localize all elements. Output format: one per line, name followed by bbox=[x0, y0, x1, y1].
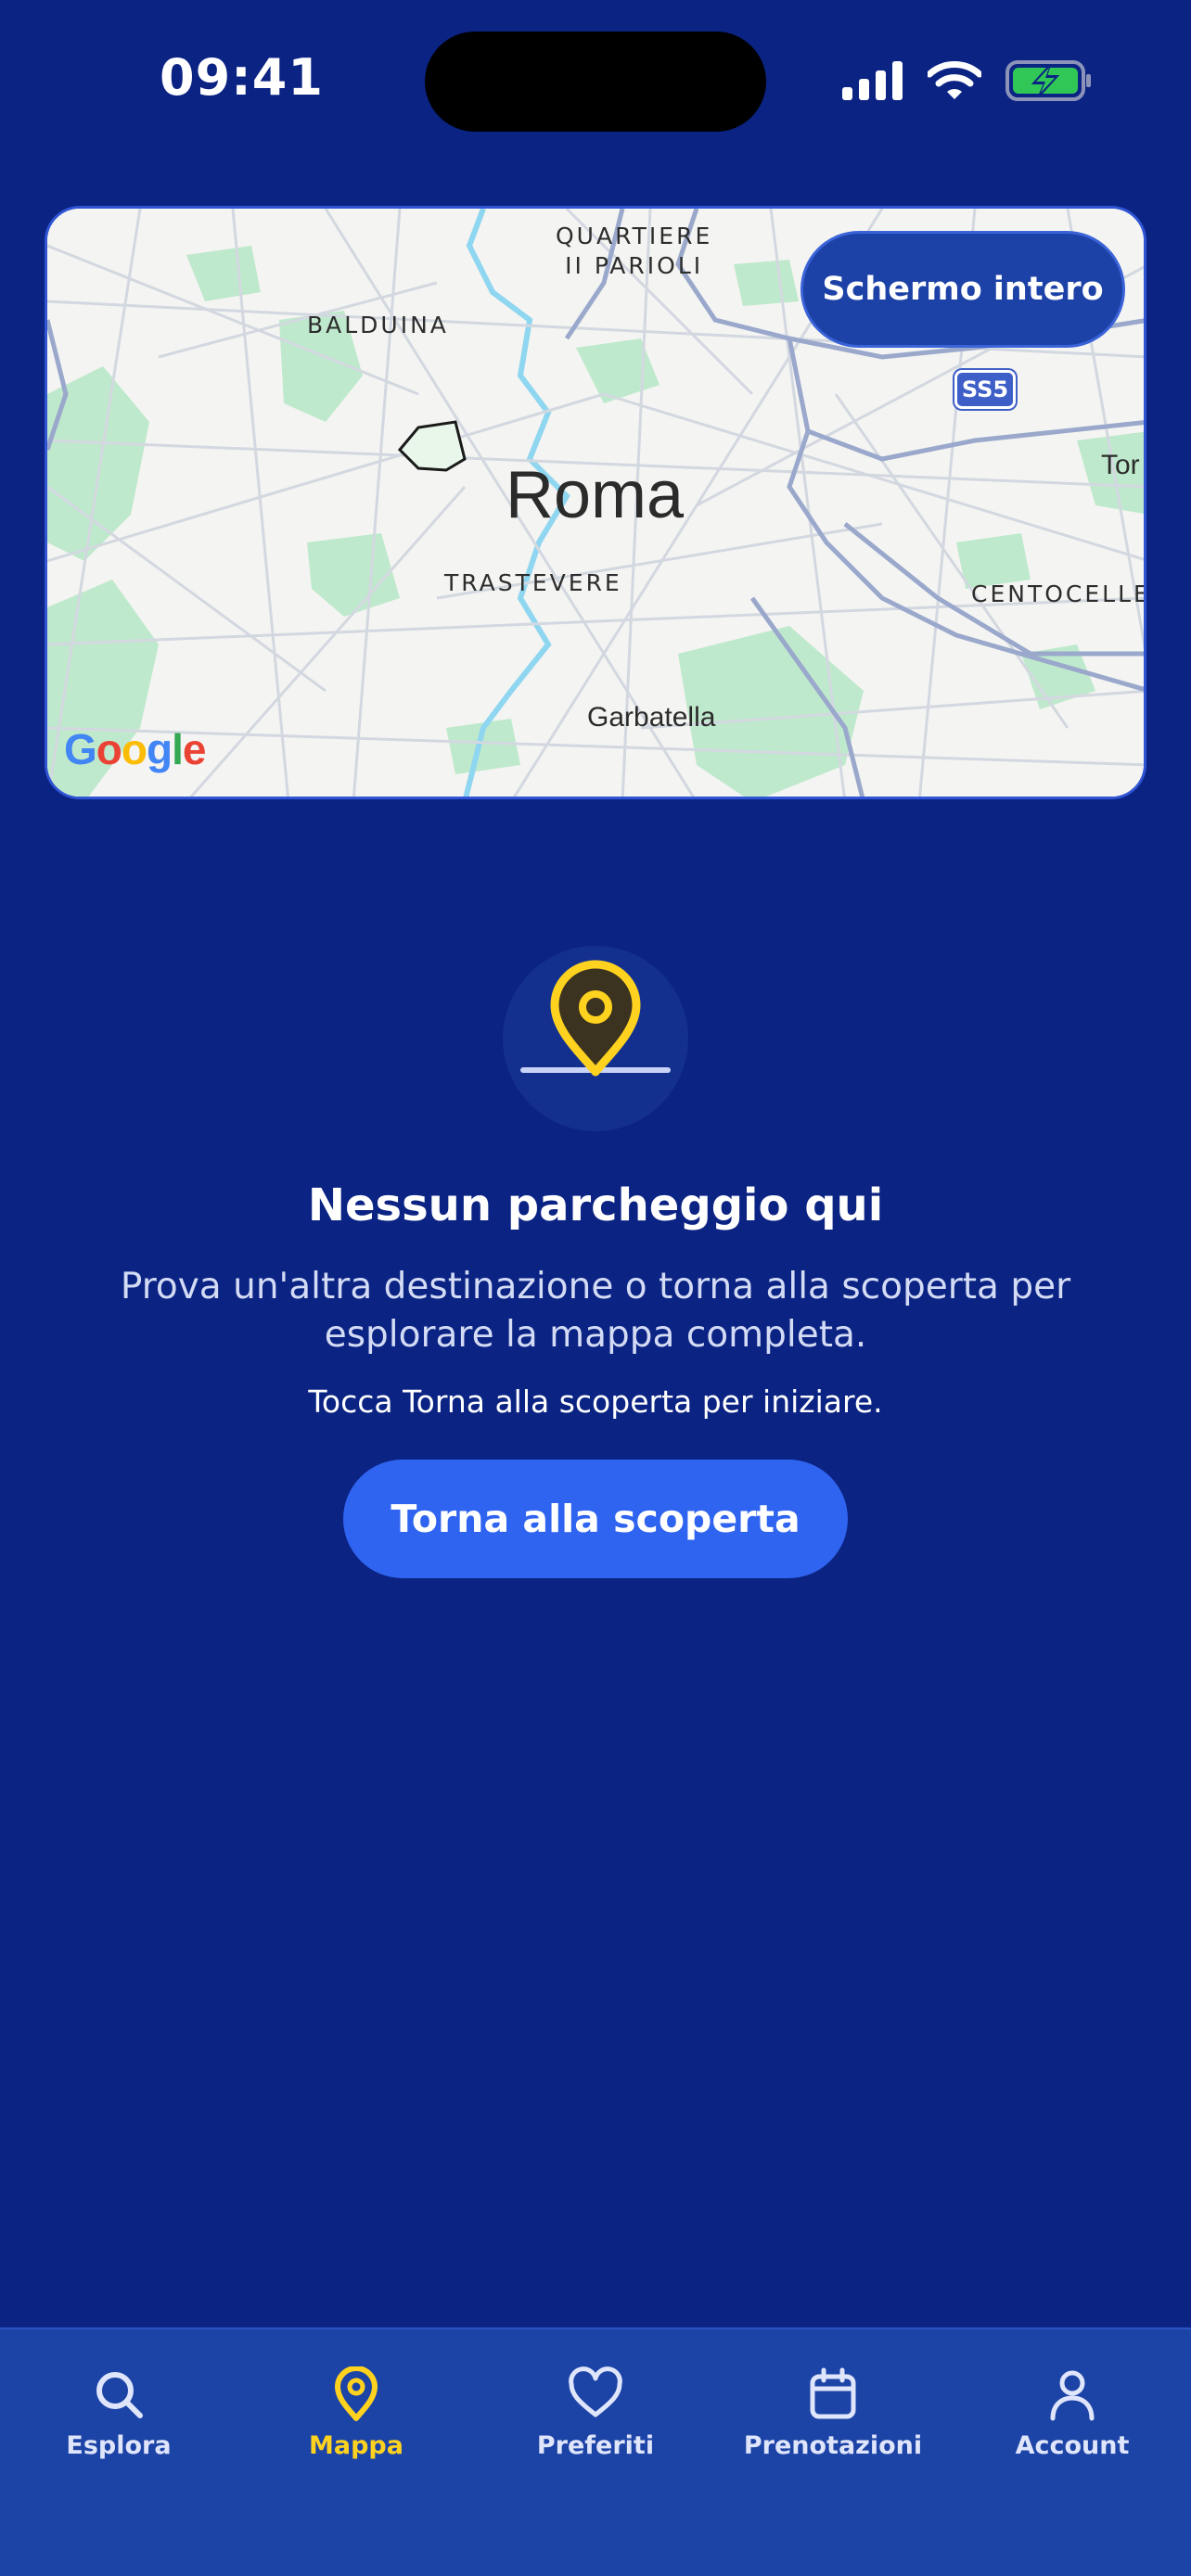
tab-mappa[interactable]: Mappa bbox=[254, 2366, 458, 2496]
map-pin-icon bbox=[335, 2366, 378, 2421]
road-badge-ss5: SS5 bbox=[954, 370, 1016, 409]
map-city-label: Roma bbox=[506, 458, 685, 532]
map-label-parioli-line2: II PARIOLI bbox=[565, 252, 704, 279]
map-label-balduina: BALDUINA bbox=[307, 312, 449, 338]
tab-preferiti[interactable]: Preferiti bbox=[493, 2366, 698, 2496]
map-label-centocelle: CENTOCELLE bbox=[971, 580, 1146, 607]
status-bar: 09:41 bbox=[0, 0, 1191, 167]
tab-label-preferiti: Preferiti bbox=[536, 2431, 655, 2460]
map-label-trastevere: TRASTEVERE bbox=[444, 569, 622, 596]
screen: 09:41 QUARTIERE II PARIOLI BALDUINA Roma… bbox=[0, 0, 1191, 2576]
map-label-parioli-line1: QUARTIERE bbox=[556, 223, 713, 249]
battery-charging-icon bbox=[1005, 60, 1091, 101]
calendar-icon bbox=[810, 2367, 856, 2419]
google-logo: Google bbox=[64, 725, 206, 773]
back-to-discover-button[interactable]: Torna alla scoperta bbox=[343, 1460, 848, 1578]
tab-esplora[interactable]: Esplora bbox=[17, 2366, 221, 2496]
tab-label-account: Account bbox=[1015, 2431, 1130, 2460]
status-time: 09:41 bbox=[160, 48, 324, 107]
map-label-garbatella: Garbatella bbox=[587, 702, 716, 733]
status-icons bbox=[842, 57, 1093, 104]
map-view[interactable]: QUARTIERE II PARIOLI BALDUINA Roma TRAST… bbox=[45, 206, 1146, 799]
tab-label-prenotazioni: Prenotazioni bbox=[743, 2431, 923, 2460]
empty-state-hint: Tocca Torna alla scoperta per iniziare. bbox=[308, 1384, 883, 1420]
tab-account[interactable]: Account bbox=[970, 2366, 1174, 2496]
cellular-signal-icon bbox=[842, 61, 903, 100]
dynamic-island bbox=[425, 32, 766, 132]
search-icon bbox=[96, 2372, 143, 2418]
map-label-tor: Tor bbox=[1101, 450, 1140, 480]
heart-icon bbox=[569, 2366, 622, 2417]
wifi-icon bbox=[928, 61, 981, 99]
fullscreen-button[interactable]: Schermo intero bbox=[800, 231, 1125, 348]
empty-state-description: Prova un'altra destinazione o torna alla… bbox=[120, 1266, 1071, 1356]
person-icon bbox=[1050, 2370, 1095, 2421]
tab-bar: Esplora Mappa Preferiti Prenotazioni Acc… bbox=[0, 2327, 1191, 2576]
map-pin-icon bbox=[520, 960, 671, 1077]
tab-label-esplora: Esplora bbox=[66, 2431, 172, 2460]
tab-prenotazioni[interactable]: Prenotazioni bbox=[731, 2366, 935, 2496]
empty-state-icon-circle bbox=[503, 946, 688, 1131]
map-label-parioli: QUARTIERE II PARIOLI bbox=[556, 222, 712, 281]
empty-state-title: Nessun parcheggio qui bbox=[307, 1180, 884, 1231]
tab-label-mappa: Mappa bbox=[309, 2431, 403, 2460]
